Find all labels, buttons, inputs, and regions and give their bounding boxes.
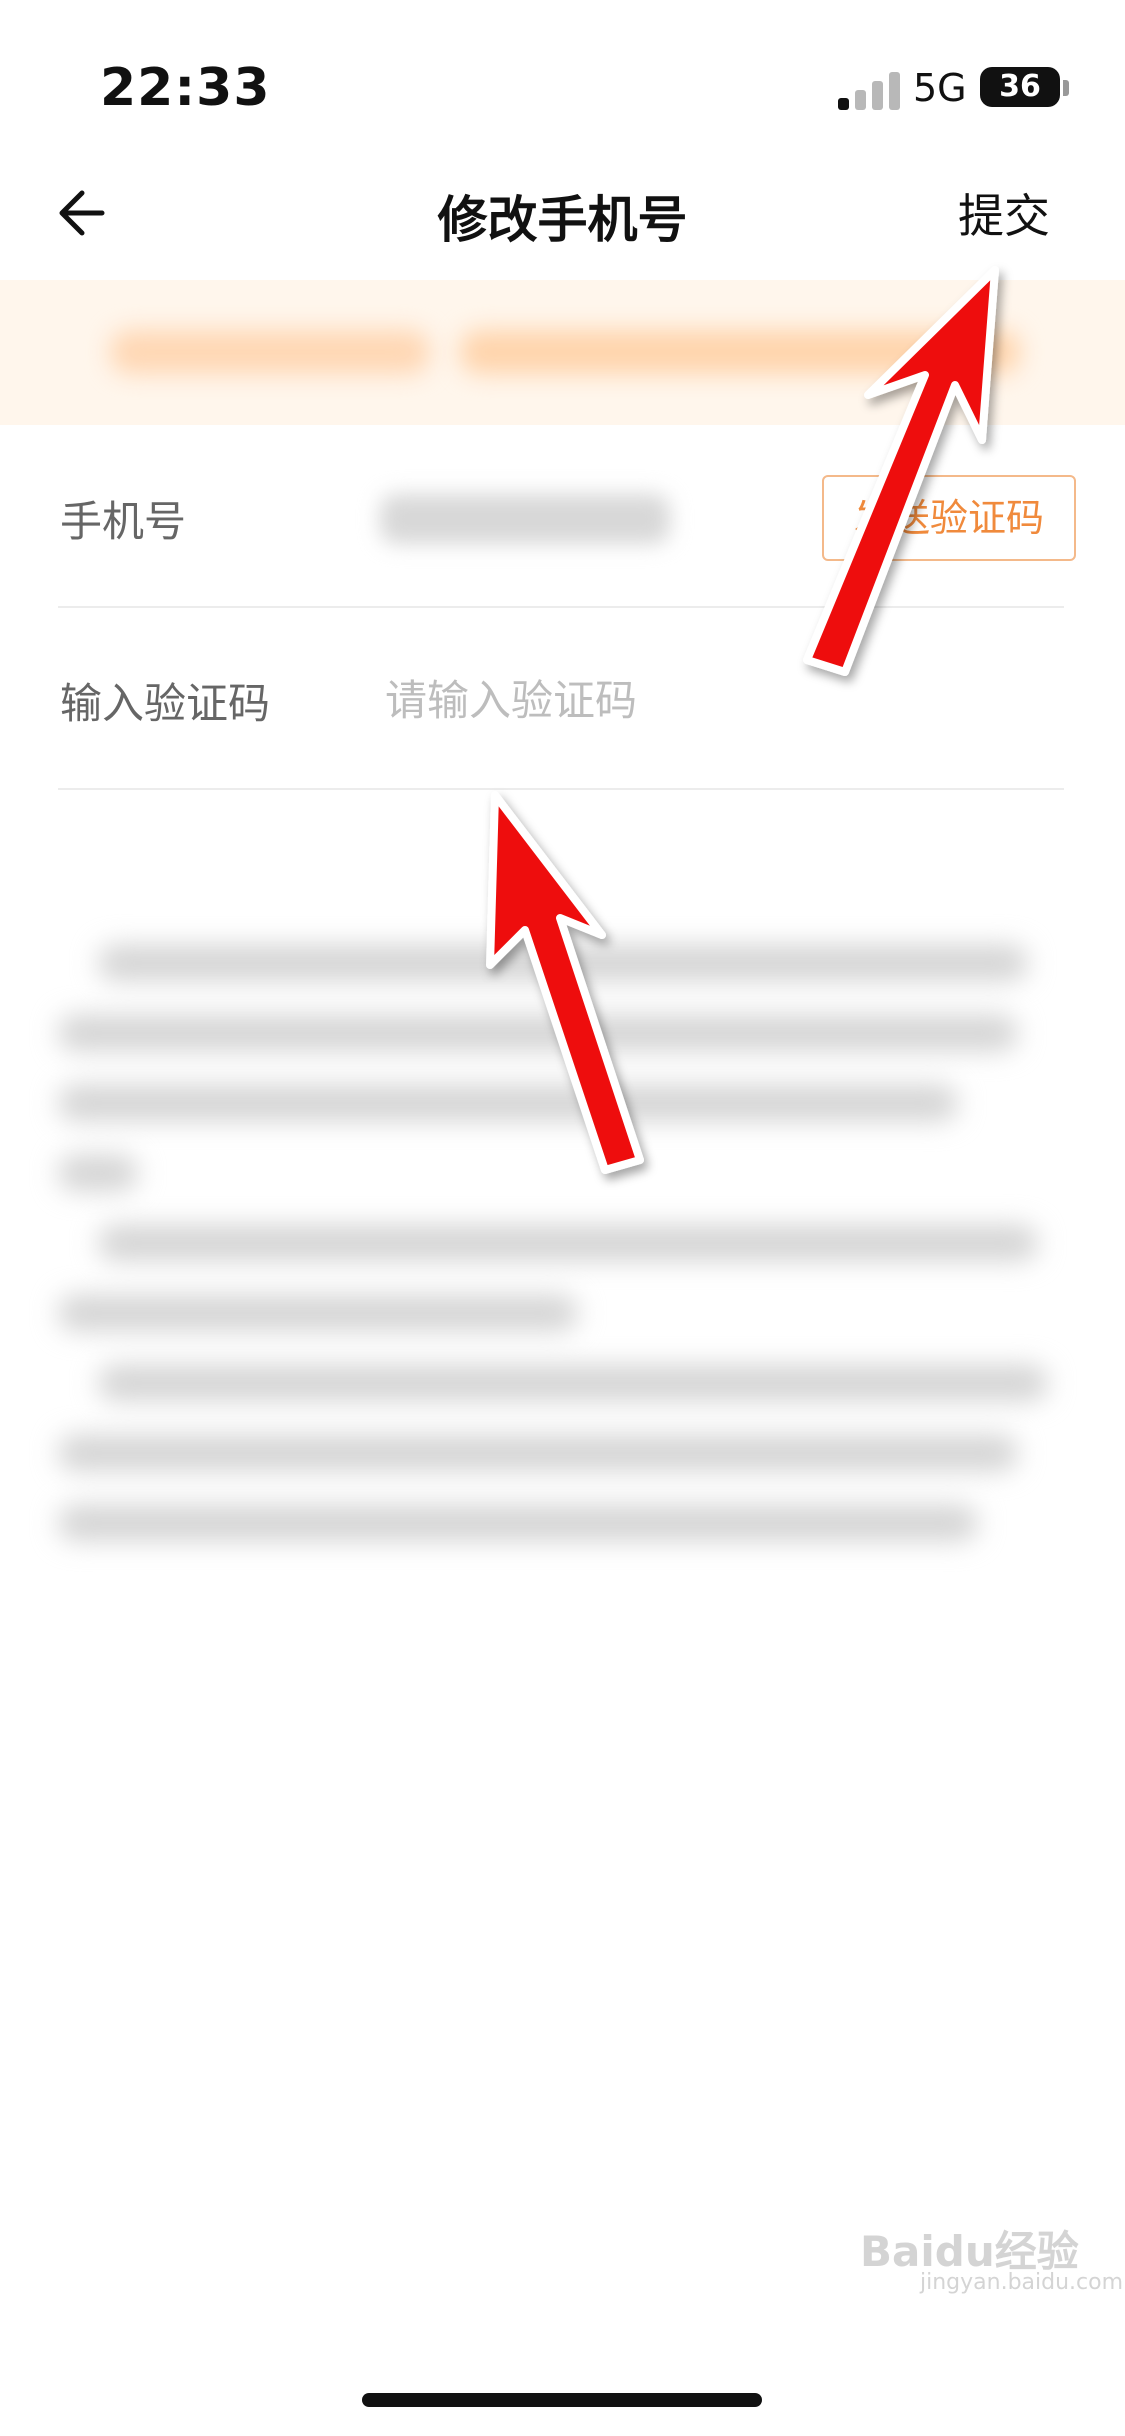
- submit-button[interactable]: 提交: [958, 180, 1050, 246]
- send-code-button[interactable]: 发送验证码: [822, 475, 1076, 561]
- home-indicator[interactable]: [362, 2393, 762, 2407]
- battery-cap: [1063, 80, 1069, 96]
- battery-icon: 36: [980, 67, 1060, 107]
- notice-text-blurred: [110, 330, 430, 374]
- divider: [58, 606, 1064, 608]
- status-time: 22:33: [100, 58, 271, 118]
- phone-label: 手机号: [60, 497, 187, 546]
- notice-text-blurred: [460, 330, 1020, 374]
- code-label: 输入验证码: [60, 679, 271, 728]
- page-title: 修改手机号: [437, 191, 688, 249]
- code-input[interactable]: [385, 670, 985, 730]
- divider: [58, 788, 1064, 790]
- rules-text-blurred: [58, 900, 1068, 1560]
- baidu-watermark-url: jingyan.baidu.com: [920, 2270, 1124, 2295]
- network-type: 5G: [913, 66, 967, 110]
- signal-strength-icon: [838, 70, 900, 110]
- notice-banner: [0, 280, 1125, 425]
- phone-number-blurred: [380, 494, 670, 544]
